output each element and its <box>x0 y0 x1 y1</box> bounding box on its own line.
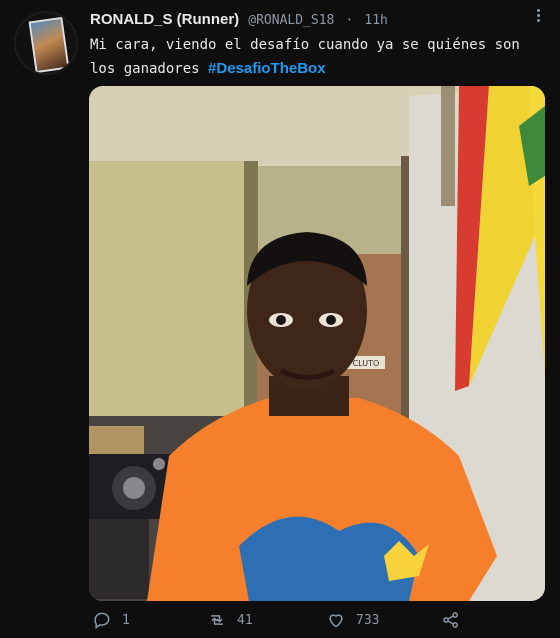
heart-icon <box>329 614 343 628</box>
reply-icon <box>94 612 110 629</box>
tweet-text-line1: Mi cara, viendo el desafío cuando ya se … <box>90 37 520 53</box>
retweet-count: 41 <box>237 612 253 628</box>
tweet-actions: 1 41 733 <box>0 605 560 635</box>
like-button[interactable]: 733 <box>326 605 379 635</box>
more-icon[interactable] <box>534 7 542 27</box>
hashtag-link[interactable]: #DesafioTheBox <box>208 60 326 77</box>
retweet-icon <box>211 615 223 625</box>
share-button[interactable] <box>441 605 471 635</box>
display-name[interactable]: RONALD_S (Runner) <box>90 11 239 28</box>
user-handle[interactable]: @RONALD_S18 <box>248 13 334 28</box>
tweet-time[interactable]: 11h <box>364 13 387 28</box>
tweet-text-line2: los ganadores <box>90 61 200 77</box>
header-separator: · <box>345 13 354 28</box>
avatar-photo <box>28 16 70 73</box>
tweet-media[interactable]: CLUTO <box>89 86 545 601</box>
like-count: 733 <box>356 612 380 628</box>
door-sign: CLUTO <box>353 359 380 368</box>
tweet-header: RONALD_S (Runner) @RONALD_S18 · 11h <box>90 9 520 29</box>
reply-count: 1 <box>122 612 130 628</box>
tweet: RONALD_S (Runner) @RONALD_S18 · 11h Mi c… <box>0 0 560 638</box>
retweet-button[interactable]: 41 <box>207 605 253 635</box>
reply-button[interactable]: 1 <box>92 605 130 635</box>
avatar[interactable] <box>14 11 78 75</box>
tweet-text: Mi cara, viendo el desafío cuando ya se … <box>90 33 552 81</box>
media-photo: CLUTO <box>89 86 545 601</box>
share-icon <box>443 612 458 628</box>
